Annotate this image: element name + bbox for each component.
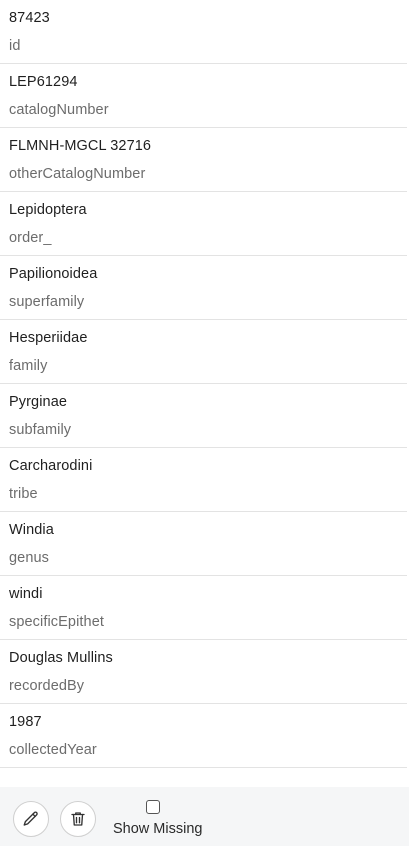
field-row-genus: Windia genus (0, 512, 407, 576)
field-value: Douglas Mullins (9, 650, 113, 666)
field-row-subfamily: Pyrginae subfamily (0, 384, 407, 448)
field-row-family: Hesperiidae family (0, 320, 407, 384)
field-value: windi (9, 586, 43, 602)
field-row-specific-epithet: windi specificEpithet (0, 576, 407, 640)
field-row-catalog-number: LEP61294 catalogNumber (0, 64, 407, 128)
field-key: order_ (9, 230, 52, 246)
field-row-other-catalog-number: FLMNH-MGCL 32716 otherCatalogNumber (0, 128, 407, 192)
field-key: tribe (9, 486, 38, 502)
edit-button[interactable] (13, 801, 49, 837)
field-value: Windia (9, 522, 54, 538)
field-row-recorded-by: Douglas Mullins recordedBy (0, 640, 407, 704)
show-missing-checkbox[interactable] (146, 800, 160, 814)
field-key: catalogNumber (9, 102, 109, 118)
trash-icon (71, 812, 85, 826)
field-key: recordedBy (9, 678, 85, 694)
field-value: Carcharodini (9, 458, 93, 474)
field-key: superfamily (9, 294, 85, 310)
field-key: id (9, 38, 21, 54)
field-key: otherCatalogNumber (9, 166, 146, 182)
record-actions-footer: Show Missing (0, 787, 409, 846)
field-value: FLMNH-MGCL 32716 (9, 138, 152, 154)
field-key: family (9, 358, 48, 374)
show-missing-toggle[interactable]: Show Missing (113, 800, 203, 840)
field-value: Hesperiidae (9, 330, 88, 346)
field-value: Lepidoptera (9, 202, 87, 218)
field-value: Papilionoidea (9, 266, 98, 282)
field-value: 87423 (9, 10, 50, 26)
show-missing-label: Show Missing (113, 821, 203, 837)
field-row-superfamily: Papilionoidea superfamily (0, 256, 407, 320)
field-row-tribe: Carcharodini tribe (0, 448, 407, 512)
record-field-list: 87423 id LEP61294 catalogNumber FLMNH-MG… (0, 0, 409, 768)
field-row-order: Lepidoptera order_ (0, 192, 407, 256)
field-row-collected-year: 1987 collectedYear (0, 704, 407, 768)
field-key: genus (9, 550, 50, 566)
field-key: collectedYear (9, 742, 97, 758)
field-value: Pyrginae (9, 394, 68, 410)
field-row-id: 87423 id (0, 0, 407, 64)
field-key: subfamily (9, 422, 72, 438)
field-key: specificEpithet (9, 614, 104, 630)
field-value: 1987 (9, 714, 42, 730)
pencil-icon (23, 811, 38, 826)
field-value: LEP61294 (9, 74, 78, 90)
delete-button[interactable] (60, 801, 96, 837)
